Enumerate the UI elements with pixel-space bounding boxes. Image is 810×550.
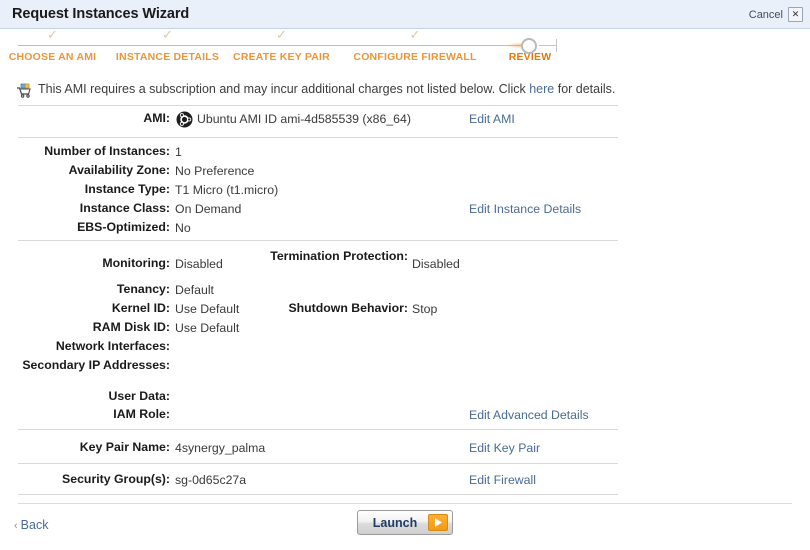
- key-pair-name-label: Key Pair Name:: [79, 440, 170, 454]
- close-icon[interactable]: ✕: [788, 7, 803, 22]
- tenancy-label: Tenancy:: [116, 282, 170, 296]
- number-of-instances-value: 1: [175, 145, 182, 159]
- back-button[interactable]: ‹ Back: [14, 518, 48, 532]
- instance-details-row: Instance Class: On Demand Edit Instance …: [0, 201, 810, 219]
- kernel-id-label: Kernel ID:: [111, 301, 170, 315]
- advanced-details-row: Kernel ID: Use Default Shutdown Behavior…: [0, 301, 810, 319]
- launch-button[interactable]: Launch: [357, 510, 453, 535]
- step-current-marker-icon: [521, 38, 537, 54]
- launch-button-label: Launch: [372, 515, 418, 530]
- step-check-icon: ✓: [162, 27, 173, 42]
- wizard-step-configure-firewall[interactable]: ✓ CONFIGURE FIREWALL: [350, 27, 480, 63]
- advanced-details-row: RAM Disk ID: Use Default: [0, 320, 810, 338]
- cancel-button[interactable]: Cancel: [749, 9, 783, 21]
- ami-row: AMI: Ubuntu AMI ID ami-4d585539 (x86_64)…: [0, 111, 810, 129]
- key-pair-row: Key Pair Name: 4synergy_palma Edit Key P…: [0, 440, 810, 458]
- number-of-instances-label: Number of Instances:: [44, 144, 170, 158]
- kernel-id-value: Use Default: [175, 302, 240, 316]
- notice-text-before: This AMI requires a subscription and may…: [38, 82, 530, 96]
- security-groups-label: Security Group(s):: [62, 472, 170, 486]
- back-button-label: Back: [20, 518, 49, 532]
- edit-ami-link[interactable]: Edit AMI: [469, 111, 515, 127]
- edit-firewall-link[interactable]: Edit Firewall: [469, 472, 536, 488]
- advanced-details-row: Secondary IP Addresses:: [0, 358, 810, 390]
- wizard-step-label: CONFIGURE FIREWALL: [353, 51, 477, 63]
- instance-class-label: Instance Class:: [79, 201, 170, 215]
- instance-details-row: EBS-Optimized: No: [0, 220, 810, 238]
- cancel-control-group[interactable]: Cancel ✕: [749, 7, 803, 22]
- footer-divider: [18, 503, 792, 504]
- section-divider: [18, 240, 618, 241]
- monitoring-value: Disabled: [175, 257, 223, 271]
- shutdown-behavior-label: Shutdown Behavior:: [288, 301, 408, 315]
- step-check-icon: ✓: [276, 27, 287, 42]
- security-groups-value: sg-0d65c27a: [175, 473, 247, 487]
- ami-value: Ubuntu AMI ID ami-4d585539 (x86_64): [197, 112, 411, 126]
- tenancy-value: Default: [175, 283, 214, 297]
- section-divider: [18, 494, 618, 495]
- advanced-details-row: Network Interfaces:: [0, 339, 810, 357]
- instance-details-row: Instance Type: T1 Micro (t1.micro): [0, 182, 810, 200]
- step-check-icon: ✓: [47, 27, 58, 42]
- instance-details-row: Availability Zone: No Preference: [0, 163, 810, 181]
- advanced-details-row: IAM Role: Edit Advanced Details: [0, 407, 810, 425]
- chevron-left-icon: ‹: [14, 520, 18, 532]
- termination-protection-label: Termination Protection:: [270, 249, 408, 263]
- wizard-step-create-key-pair[interactable]: ✓ CREATE KEY PAIR: [225, 27, 338, 63]
- instance-class-value: On Demand: [175, 202, 242, 216]
- subscription-notice-text: This AMI requires a subscription and may…: [38, 82, 615, 97]
- secondary-ip-addresses-label: Secondary IP Addresses:: [22, 358, 170, 372]
- step-progress-line: [18, 45, 523, 46]
- window-titlebar: Request Instances Wizard Cancel ✕: [0, 0, 810, 29]
- ami-label: AMI:: [143, 111, 170, 125]
- ubuntu-logo-icon: [176, 111, 193, 128]
- wizard-step-label: CHOOSE AN AMI: [8, 51, 97, 63]
- ram-disk-id-value: Use Default: [175, 321, 240, 335]
- key-pair-name-value: 4synergy_palma: [175, 441, 266, 455]
- wizard-step-bar: ✓ CHOOSE AN AMI ✓ INSTANCE DETAILS ✓ CRE…: [0, 27, 810, 73]
- wizard-step-label: INSTANCE DETAILS: [115, 51, 220, 63]
- availability-zone-label: Availability Zone:: [68, 163, 170, 177]
- security-group-row: Security Group(s): sg-0d65c27a Edit Fire…: [0, 472, 810, 490]
- ram-disk-id-label: RAM Disk ID:: [92, 320, 170, 334]
- ebs-optimized-label: EBS-Optimized:: [77, 220, 170, 234]
- advanced-details-row: User Data:: [0, 389, 810, 407]
- availability-zone-value: No Preference: [175, 164, 255, 178]
- edit-instance-details-link[interactable]: Edit Instance Details: [469, 201, 581, 217]
- instance-type-value: T1 Micro (t1.micro): [175, 183, 279, 197]
- ebs-optimized-value: No: [175, 221, 191, 235]
- page-title: Request Instances Wizard: [12, 6, 190, 22]
- shutdown-behavior-value: Stop: [412, 302, 438, 316]
- wizard-step-instance-details[interactable]: ✓ INSTANCE DETAILS: [110, 27, 225, 63]
- step-check-icon: ✓: [409, 27, 421, 42]
- edit-key-pair-link[interactable]: Edit Key Pair: [469, 440, 540, 456]
- instance-details-row: Number of Instances: 1: [0, 144, 810, 162]
- user-data-label: User Data:: [108, 389, 170, 403]
- network-interfaces-label: Network Interfaces:: [55, 339, 170, 353]
- instance-type-label: Instance Type:: [84, 182, 170, 196]
- play-arrow-icon: [428, 514, 448, 531]
- subscription-notice: This AMI requires a subscription and may…: [16, 82, 615, 98]
- termination-protection-value: Disabled: [412, 257, 460, 271]
- section-divider: [18, 105, 618, 106]
- shopping-cart-icon: [16, 83, 32, 98]
- wizard-step-label: CREATE KEY PAIR: [233, 51, 330, 63]
- advanced-details-row: Monitoring: Disabled Termination Protect…: [0, 250, 810, 274]
- section-divider: [18, 429, 618, 430]
- wizard-step-choose-an-ami[interactable]: ✓ CHOOSE AN AMI: [0, 27, 105, 63]
- step-end-cap: [556, 39, 557, 52]
- iam-role-label: IAM Role:: [113, 407, 170, 421]
- subscription-details-link[interactable]: here: [529, 82, 554, 96]
- advanced-details-row: Tenancy: Default: [0, 282, 810, 300]
- step-tail-line: [539, 45, 557, 46]
- section-divider: [18, 463, 618, 464]
- section-divider: [18, 137, 618, 138]
- notice-text-after: for details.: [554, 82, 616, 96]
- edit-advanced-details-link[interactable]: Edit Advanced Details: [469, 407, 589, 423]
- monitoring-label: Monitoring:: [102, 256, 170, 270]
